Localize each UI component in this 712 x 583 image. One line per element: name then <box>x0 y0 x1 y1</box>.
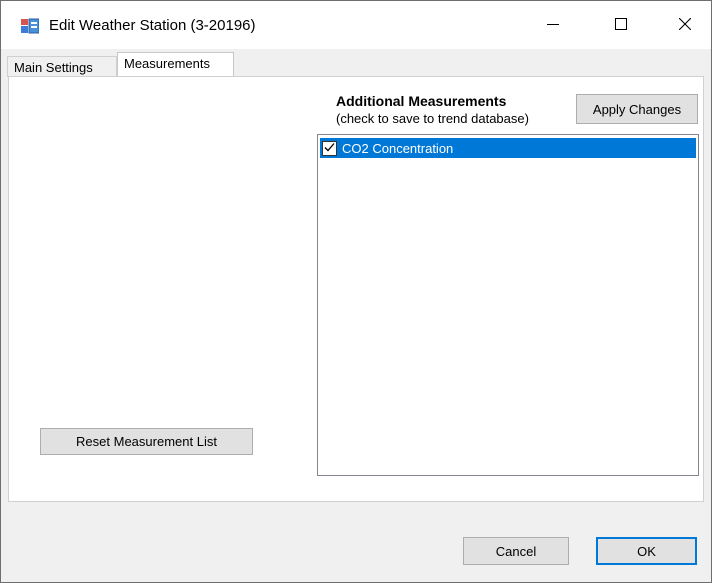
close-button[interactable] <box>659 1 711 49</box>
reset-measurement-list-button[interactable]: Reset Measurement List <box>40 428 253 455</box>
minimize-icon <box>547 18 559 33</box>
app-window-icon <box>21 18 40 34</box>
measurements-tab-page: Additional Measurements (check to save t… <box>8 76 704 502</box>
checkmark-icon <box>324 141 335 156</box>
maximize-icon <box>615 17 627 33</box>
measurement-label: CO2 Concentration <box>342 140 454 156</box>
list-item[interactable]: CO2 Concentration <box>320 138 696 158</box>
measurement-checkbox[interactable] <box>322 140 337 156</box>
window-title: Edit Weather Station (3-20196) <box>49 17 256 34</box>
tab-measurements[interactable]: Measurements <box>117 52 234 78</box>
ok-button[interactable]: OK <box>596 537 697 565</box>
cancel-button[interactable]: Cancel <box>463 537 569 565</box>
additional-measurements-hint: (check to save to trend database) <box>336 111 529 126</box>
additional-measurements-heading: Additional Measurements <box>336 93 507 109</box>
tab-strip: Main Settings Measurements <box>1 49 711 78</box>
apply-changes-button[interactable]: Apply Changes <box>576 94 698 124</box>
measurements-list[interactable]: CO2 Concentration <box>317 134 699 476</box>
dialog-window: Edit Weather Station (3-20196) Main Sett… <box>0 0 712 583</box>
title-bar[interactable]: Edit Weather Station (3-20196) <box>1 1 711 49</box>
close-icon <box>678 17 692 33</box>
minimize-button[interactable] <box>527 1 579 49</box>
maximize-button[interactable] <box>595 1 647 49</box>
tab-main-settings[interactable]: Main Settings <box>7 56 117 77</box>
